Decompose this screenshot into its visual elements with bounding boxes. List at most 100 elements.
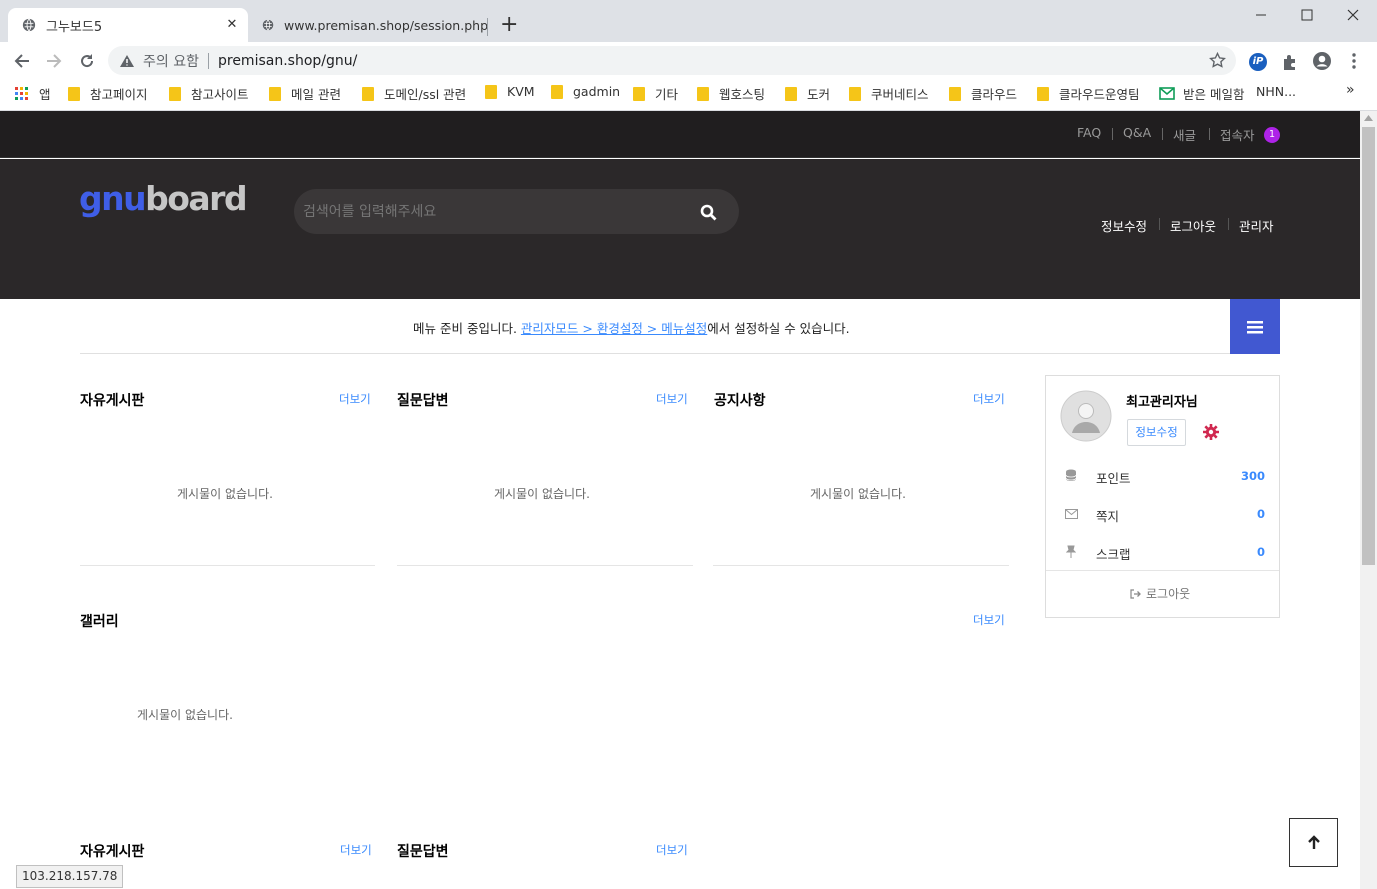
bookmark-folder[interactable]: 기타	[633, 84, 678, 103]
bookmark-label: 도메인/ssl 관련	[384, 87, 467, 102]
bookmark-folder[interactable]: 참고페이지	[68, 84, 148, 103]
divider	[80, 565, 375, 566]
bookmarks-overflow-button[interactable]: »	[1346, 82, 1355, 98]
back-to-top-button[interactable]	[1289, 818, 1338, 867]
bookmark-label: 쿠버네티스	[871, 87, 929, 102]
status-bar-url: 103.218.157.78	[16, 865, 124, 888]
extension-ip-icon[interactable]: iP	[1249, 53, 1267, 71]
database-icon	[1065, 469, 1077, 481]
empty-message: 게시물이 없습니다.	[137, 708, 233, 722]
edit-profile-link[interactable]: 정보수정	[1101, 216, 1147, 235]
bookmark-folder[interactable]: 도커	[785, 84, 830, 103]
bookmark-folder[interactable]: 참고사이트	[169, 84, 249, 103]
bookmark-folder[interactable]: 클라우드	[949, 84, 1017, 103]
new-posts-link[interactable]: 새글	[1173, 125, 1196, 144]
edit-info-button[interactable]: 정보수정	[1127, 419, 1186, 446]
scroll-up-icon[interactable]	[1364, 115, 1373, 121]
bookmark-folder[interactable]: 도메인/ssl 관련	[362, 84, 466, 103]
folder-icon	[169, 86, 181, 101]
omnibox-divider	[207, 52, 209, 69]
outlogin-logout-button[interactable]: 로그아웃	[1130, 585, 1190, 602]
security-label: 주의 요함	[143, 53, 199, 70]
menu-settings-link[interactable]: 관리자모드 > 환경설정 > 메뉴설정	[521, 321, 707, 336]
bookmark-inbox[interactable]: 받은 메일함	[1159, 84, 1244, 103]
profile-icon[interactable]	[1312, 51, 1332, 71]
more-link[interactable]: 더보기	[656, 842, 688, 858]
point-value: 300	[1240, 469, 1265, 483]
board-title[interactable]: 질문답변	[397, 390, 449, 410]
empty-message: 게시물이 없습니다.	[810, 487, 906, 501]
close-window-icon[interactable]	[1346, 8, 1360, 22]
avatar[interactable]	[1060, 390, 1112, 442]
board-title[interactable]: 자유게시판	[80, 390, 144, 410]
memo-row[interactable]: 쪽지 0	[1046, 504, 1281, 524]
maximize-icon[interactable]	[1300, 8, 1314, 22]
logout-link[interactable]: 로그아웃	[1170, 216, 1216, 235]
bookmark-label: 기타	[655, 87, 679, 102]
bookmark-folder[interactable]: 쿠버네티스	[849, 84, 929, 103]
globe-icon	[22, 18, 36, 32]
menu-kebab-icon[interactable]	[1348, 52, 1360, 70]
memo-value: 0	[1256, 507, 1265, 521]
mail-icon	[1159, 87, 1175, 100]
arrow-up-icon	[1308, 835, 1320, 849]
envelope-icon	[1065, 509, 1078, 519]
more-link[interactable]: 더보기	[973, 612, 1005, 628]
divider	[1228, 218, 1229, 230]
admin-link[interactable]: 관리자	[1239, 216, 1274, 235]
address-bar[interactable]: 주의 요함 premisan.shop/gnu/	[108, 46, 1236, 75]
tab-session[interactable]: www.premisan.shop/session.php	[248, 8, 488, 42]
star-icon[interactable]	[1209, 52, 1226, 69]
folder-icon	[633, 86, 645, 101]
more-link[interactable]: 더보기	[656, 391, 688, 407]
gear-icon[interactable]	[1202, 423, 1220, 441]
browser-toolbar: 주의 요함 premisan.shop/gnu/ iP	[0, 42, 1377, 78]
bookmark-apps[interactable]: 앱	[15, 84, 51, 103]
user-nickname: 최고관리자님	[1126, 395, 1198, 410]
point-row[interactable]: 포인트 300	[1046, 466, 1281, 486]
board-title[interactable]: 질문답변	[397, 841, 449, 861]
more-link[interactable]: 더보기	[340, 842, 372, 858]
logo-part-gnu: gnu	[79, 179, 147, 218]
bookmark-label: 메일 관련	[291, 87, 341, 102]
new-tab-button[interactable]: +	[500, 12, 518, 37]
site-logo[interactable]: gnuboard	[79, 179, 248, 218]
minimize-icon[interactable]	[1254, 8, 1268, 22]
bookmark-folder[interactable]: gadmin	[551, 84, 620, 99]
scrap-row[interactable]: 스크랩 0	[1046, 542, 1281, 562]
top-nav-bar: FAQ Q&A 새글 접속자 1	[0, 111, 1360, 158]
bookmark-label: 도커	[807, 87, 831, 102]
scrollbar-thumb[interactable]	[1362, 127, 1375, 565]
bookmark-folder[interactable]: KVM	[485, 84, 535, 99]
menu-notice-text: 에서 설정하실 수 있습니다.	[707, 321, 850, 336]
faq-link[interactable]: FAQ	[1077, 125, 1101, 140]
more-link[interactable]: 더보기	[339, 391, 371, 407]
board-title[interactable]: 갤러리	[80, 611, 119, 631]
bookmark-label: 클라우드운영팀	[1059, 87, 1140, 102]
board-title[interactable]: 공지사항	[714, 390, 766, 410]
online-users-link[interactable]: 접속자	[1220, 125, 1255, 144]
back-icon[interactable]	[13, 52, 31, 70]
menu-bar: 메뉴 준비 중입니다. 관리자모드 > 환경설정 > 메뉴설정에서 설정하실 수…	[80, 299, 1280, 354]
search-icon[interactable]	[700, 204, 717, 221]
bookmark-folder[interactable]: 메일 관련	[269, 84, 341, 103]
extensions-puzzle-icon[interactable]	[1281, 53, 1299, 71]
all-menu-button[interactable]	[1230, 299, 1280, 354]
outlogin-box: 최고관리자님 정보수정 포인트 300 쪽지 0 스크랩 0 로그아웃	[1045, 375, 1280, 618]
bookmark-folder[interactable]: 클라우드운영팀	[1037, 84, 1140, 103]
site-header: gnuboard 정보수정 로그아웃 관리자	[0, 159, 1360, 299]
reload-icon[interactable]	[78, 52, 96, 70]
bookmark-nhn[interactable]: NHN...	[1256, 84, 1296, 99]
tab-gnuboard[interactable]: 그누보드5 ✕	[8, 8, 248, 42]
page-scrollbar[interactable]	[1360, 111, 1377, 889]
bookmark-folder[interactable]: 웹호스팅	[697, 84, 765, 103]
menu-notice: 메뉴 준비 중입니다. 관리자모드 > 환경설정 > 메뉴설정에서 설정하실 수…	[413, 318, 850, 337]
search-input[interactable]	[303, 189, 683, 234]
more-link[interactable]: 더보기	[973, 391, 1005, 407]
folder-icon	[68, 86, 80, 101]
tab-close-icon[interactable]: ✕	[224, 17, 240, 32]
forward-icon[interactable]	[45, 52, 63, 70]
bookmark-label: 웹호스팅	[719, 87, 766, 102]
board-title[interactable]: 자유게시판	[80, 841, 144, 861]
qna-link[interactable]: Q&A	[1123, 125, 1151, 140]
